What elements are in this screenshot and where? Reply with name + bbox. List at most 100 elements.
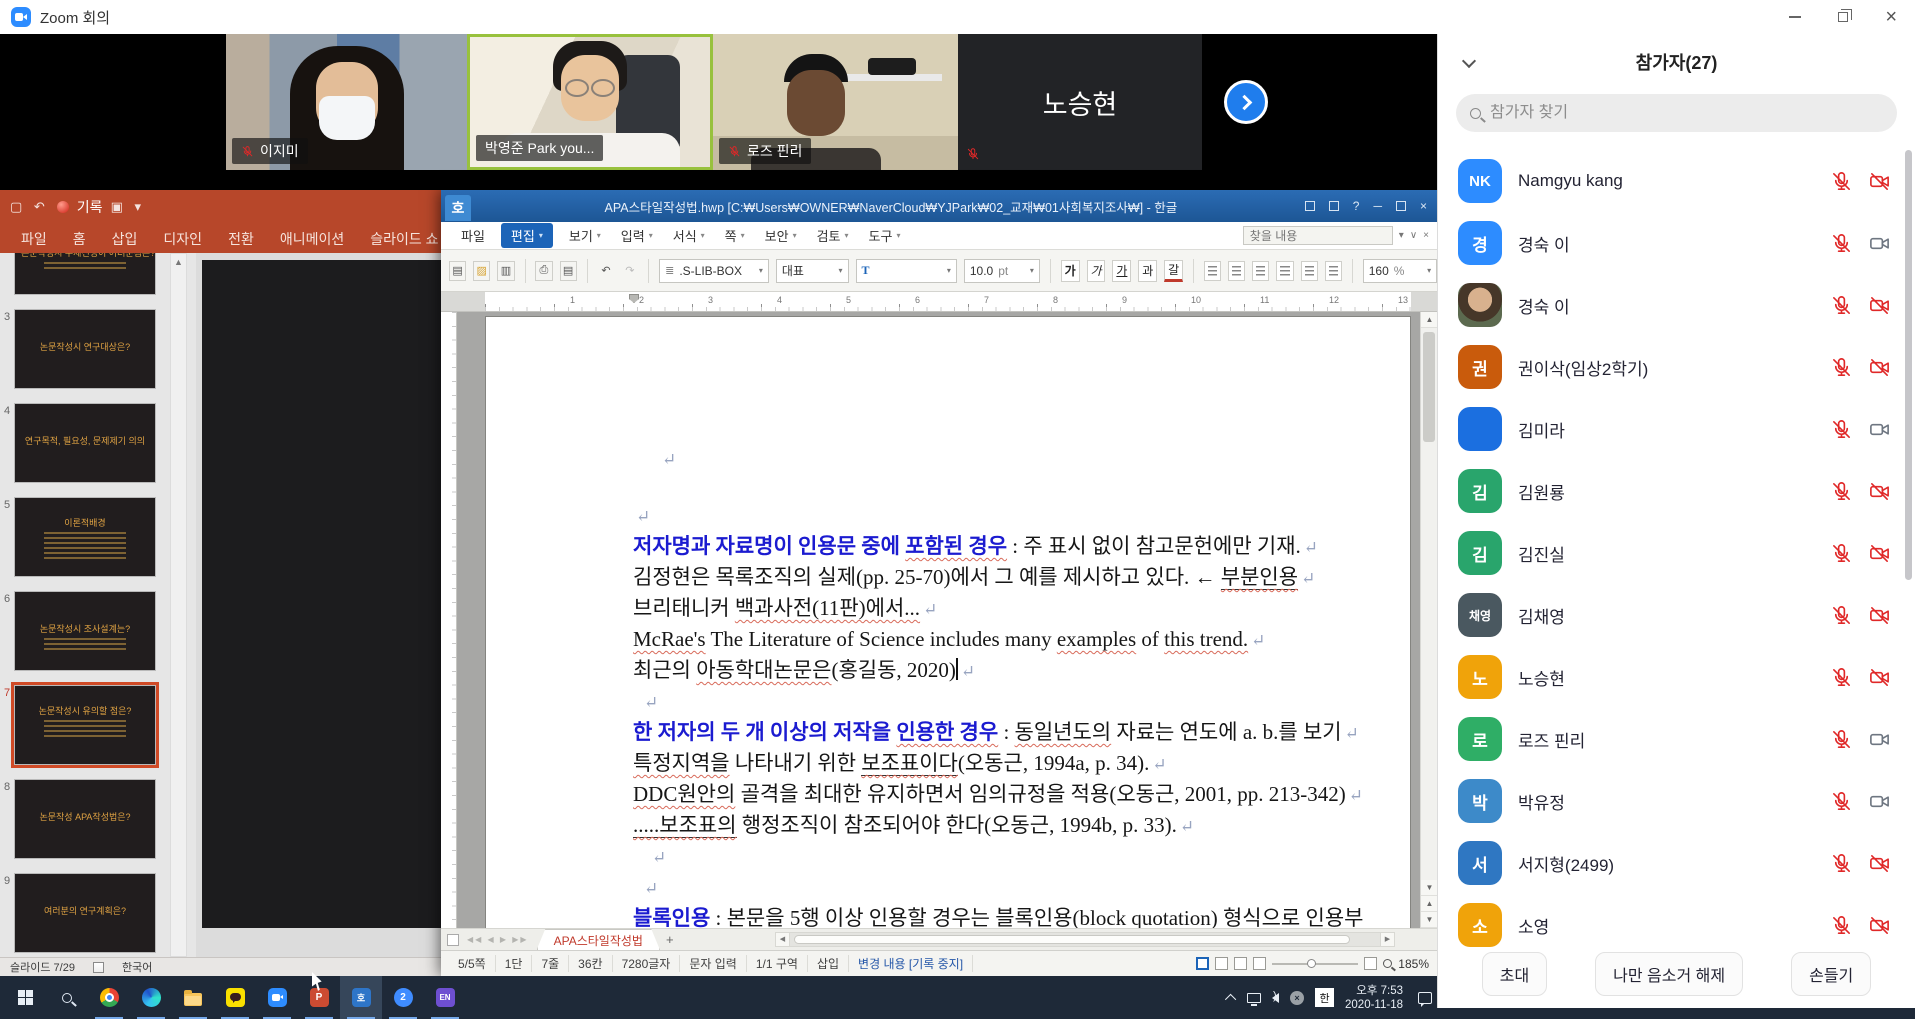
- taskbar-hwp-icon[interactable]: 호: [340, 976, 382, 1019]
- view-mode-full-icon[interactable]: [1234, 957, 1247, 970]
- ribbon-tab-전환[interactable]: 전환: [215, 229, 267, 249]
- taskbar-kakaotalk-icon[interactable]: [214, 976, 256, 1019]
- hwp-menu-보기[interactable]: 보기▾: [559, 223, 611, 248]
- undo-icon[interactable]: ↶: [598, 261, 615, 281]
- split-icon[interactable]: [1329, 201, 1339, 211]
- zoom-out-icon[interactable]: [1253, 957, 1266, 970]
- participant-row[interactable]: 김미라: [1438, 398, 1905, 460]
- slide-thumbnail[interactable]: 5 이론적배경: [0, 497, 168, 577]
- align-center-icon[interactable]: [1252, 261, 1269, 281]
- prev-page-icon[interactable]: ▲: [1421, 896, 1437, 912]
- participant-row[interactable]: 경 경숙 이: [1438, 212, 1905, 274]
- taskbar-start-icon[interactable]: [4, 976, 46, 1019]
- search-input[interactable]: [1490, 104, 1883, 122]
- ribbon-tab-홈[interactable]: 홈: [60, 229, 99, 249]
- style-select[interactable]: ≣.S-LIB-BOX▾: [659, 259, 769, 283]
- document-tab[interactable]: APA스타일작성법: [537, 929, 660, 950]
- print-icon[interactable]: ⎙: [535, 261, 552, 281]
- document-text[interactable]: ↵↵저자명과 자료명이 인용문 중에 포함된 경우 : 주 표시 없이 참고문헌…: [633, 317, 1406, 928]
- ribbon-tab-슬라이드 쇼[interactable]: 슬라이드 쇼: [357, 229, 451, 249]
- preview-icon[interactable]: ▤: [560, 261, 577, 281]
- align-distribute-icon[interactable]: [1301, 261, 1318, 281]
- font-select[interactable]: T▾: [856, 259, 957, 283]
- font-color-button[interactable]: 갈: [1164, 260, 1183, 282]
- taskbar-explorer-icon[interactable]: [172, 976, 214, 1019]
- find-close-icon[interactable]: ×: [1423, 230, 1429, 241]
- outline-select[interactable]: 대표▾: [776, 259, 849, 283]
- ime-korean-icon[interactable]: 한: [1315, 988, 1334, 1007]
- hwp-close-icon[interactable]: ×: [1420, 199, 1427, 213]
- zoom-slider[interactable]: [1272, 963, 1358, 965]
- hwp-menu-쪽[interactable]: 쪽▾: [715, 223, 755, 248]
- hwp-menu-보안[interactable]: 보안▾: [755, 223, 807, 248]
- taskbar-clock[interactable]: 오후 7:53 2020-11-18: [1345, 984, 1403, 1012]
- help-icon[interactable]: ?: [1353, 199, 1360, 213]
- participant-row[interactable]: 김 김진실: [1438, 522, 1905, 584]
- next-page-icon[interactable]: ▼: [1421, 912, 1437, 928]
- slide-thumbnail[interactable]: 논문작성시 주제선정이 어려운점은?: [0, 253, 168, 295]
- participant-row[interactable]: 박 박유정: [1438, 770, 1905, 832]
- expand-icon[interactable]: [1305, 201, 1315, 211]
- zoom-slider-knob[interactable]: [1307, 959, 1316, 968]
- hwp-menu-서식[interactable]: 서식▾: [663, 223, 715, 248]
- unmute-me-button[interactable]: 나만 음소거 해제: [1595, 952, 1743, 996]
- notification-center-icon[interactable]: [1418, 992, 1432, 1004]
- font-size-stepper[interactable]: 10.0pt▾: [964, 259, 1040, 283]
- align-justify-icon[interactable]: [1204, 261, 1221, 281]
- taskbar-powerpoint-icon[interactable]: P: [298, 976, 340, 1019]
- video-tile[interactable]: 이지미: [226, 34, 467, 170]
- volume-icon[interactable]: [1272, 993, 1279, 1003]
- line-spacing-stepper[interactable]: 160%▾: [1363, 259, 1437, 283]
- horizontal-ruler[interactable]: 12345678910111213: [441, 292, 1437, 312]
- slide-thumbnail[interactable]: 8 논문작성 APA작성법은?: [0, 779, 168, 859]
- new-document-icon[interactable]: ▤: [449, 261, 466, 281]
- participant-row[interactable]: 소 소영: [1438, 894, 1905, 956]
- participant-search[interactable]: [1456, 94, 1897, 132]
- taskbar-zoom-app-icon[interactable]: [256, 976, 298, 1019]
- chevron-down-icon[interactable]: [1462, 54, 1476, 68]
- taskbar-edge-icon[interactable]: [130, 976, 172, 1019]
- spellcheck-icon[interactable]: [93, 962, 104, 973]
- view-mode-page-icon[interactable]: [1196, 957, 1209, 970]
- invite-button[interactable]: 초대: [1482, 952, 1547, 996]
- network-icon[interactable]: [1247, 993, 1261, 1003]
- hscroll-thumb[interactable]: [794, 935, 1350, 944]
- align-left-icon[interactable]: [1228, 261, 1245, 281]
- horizontal-scrollbar[interactable]: ◀ ▶: [775, 932, 1395, 947]
- hwp-menu-입력[interactable]: 입력▾: [611, 223, 663, 248]
- participant-row[interactable]: 채영 김채영: [1438, 584, 1905, 646]
- participant-row[interactable]: 김 김원룡: [1438, 460, 1905, 522]
- participant-row[interactable]: 서 서지형(2499): [1438, 832, 1905, 894]
- open-folder-icon[interactable]: ▨: [473, 261, 490, 281]
- magnifier-icon[interactable]: [1383, 959, 1392, 968]
- slide-thumbnail[interactable]: 6 논문작성시 조사설계는?: [0, 591, 168, 671]
- thumbnail-scrollbar[interactable]: ▲: [170, 253, 187, 957]
- participant-row[interactable]: 로 로즈 핀리: [1438, 708, 1905, 770]
- scrollbar-thumb[interactable]: [1423, 332, 1435, 442]
- slide-thumbnail[interactable]: 7 논문작성시 유의할 점은?: [0, 685, 168, 765]
- taskbar-endnote-icon[interactable]: EN: [424, 976, 466, 1019]
- scroll-up-icon[interactable]: ▲: [1421, 312, 1437, 328]
- taskbar-search-icon[interactable]: [46, 976, 88, 1019]
- slide-thumbnail[interactable]: 9 여러분의 연구계획은?: [0, 873, 168, 953]
- new-tab-icon[interactable]: +: [666, 932, 674, 947]
- participant-row[interactable]: 권 권이삭(임상2학기): [1438, 336, 1905, 398]
- hwp-maximize-icon[interactable]: [1396, 201, 1406, 211]
- close-button[interactable]: ×: [1867, 0, 1915, 34]
- view-mode-wide-icon[interactable]: [1215, 957, 1228, 970]
- hwp-menu-편집[interactable]: 편집▾: [501, 223, 553, 248]
- underline-button[interactable]: 가: [1112, 260, 1131, 282]
- document-page[interactable]: ↵↵저자명과 자료명이 인용문 중에 포함된 경우 : 주 표시 없이 참고문헌…: [485, 316, 1411, 928]
- raise-hand-button[interactable]: 손들기: [1791, 952, 1871, 996]
- hwp-menu-도구[interactable]: 도구▾: [859, 223, 911, 248]
- quick-access-icons[interactable]: ▢ ↶: [10, 199, 49, 215]
- bold-button[interactable]: 가: [1061, 260, 1080, 282]
- zoom-level[interactable]: 185%: [1398, 957, 1429, 971]
- vertical-scrollbar[interactable]: ▲ ▼ ▲ ▼: [1420, 312, 1437, 928]
- slide-thumbnail[interactable]: 4 연구목적, 필요성, 문제제기 의의: [0, 403, 168, 483]
- participant-row[interactable]: 경숙 이: [1438, 274, 1905, 336]
- participants-scrollbar[interactable]: [1905, 150, 1912, 580]
- hwp-menu-검토[interactable]: 검토▾: [807, 223, 859, 248]
- hwp-titlebar[interactable]: 호 APA스타일작성법.hwp [C:₩Users₩OWNER₩NaverClo…: [441, 190, 1437, 222]
- italic-button[interactable]: 가: [1087, 260, 1106, 282]
